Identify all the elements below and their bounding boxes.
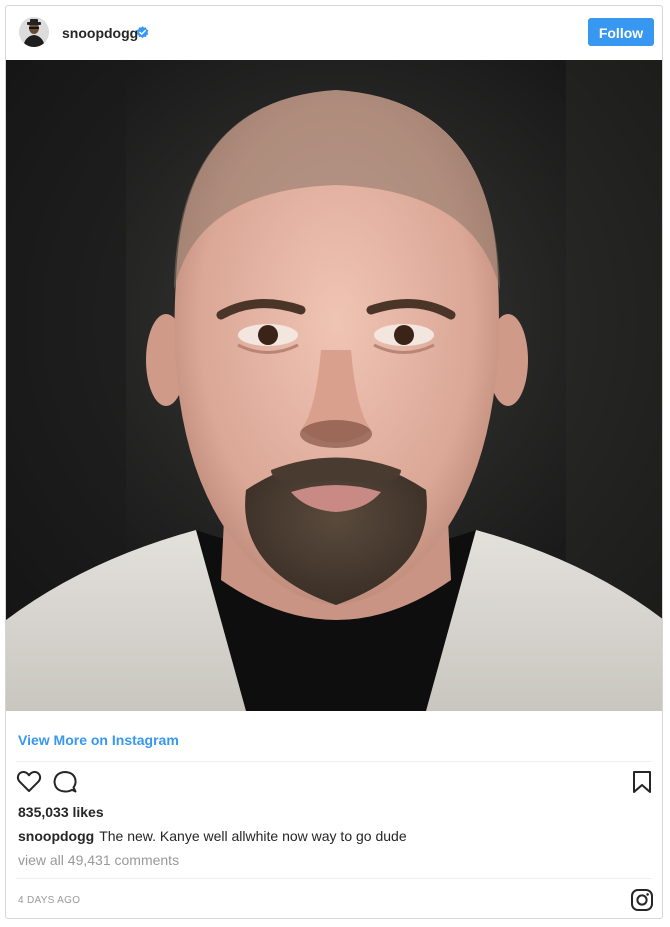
instagram-embed-card: snoopdogg Follow View More on Instagram … (5, 5, 663, 919)
caption: snoopdogg The new. Kanye well allwhite no… (18, 828, 407, 844)
post-timestamp: 4 DAYS AGO (18, 895, 81, 906)
divider (16, 878, 652, 879)
view-comments-link[interactable]: view all 49,431 comments (18, 852, 179, 868)
follow-button[interactable]: Follow (588, 18, 654, 46)
comment-icon[interactable] (52, 769, 78, 800)
caption-username[interactable]: snoopdogg (18, 828, 94, 844)
caption-text: The new. Kanye well allwhite now way to … (99, 828, 407, 844)
heart-icon[interactable] (16, 769, 42, 800)
bookmark-icon[interactable] (632, 770, 652, 799)
divider (16, 761, 652, 762)
post-header: snoopdogg Follow (6, 6, 662, 60)
post-photo[interactable] (6, 60, 662, 711)
likes-count[interactable]: 835,033 likes (18, 804, 104, 820)
instagram-logo-icon[interactable] (630, 888, 654, 917)
view-more-link[interactable]: View More on Instagram (18, 732, 179, 748)
verified-badge-icon (136, 26, 149, 39)
avatar[interactable] (19, 17, 49, 47)
username[interactable]: snoopdogg (62, 25, 138, 41)
